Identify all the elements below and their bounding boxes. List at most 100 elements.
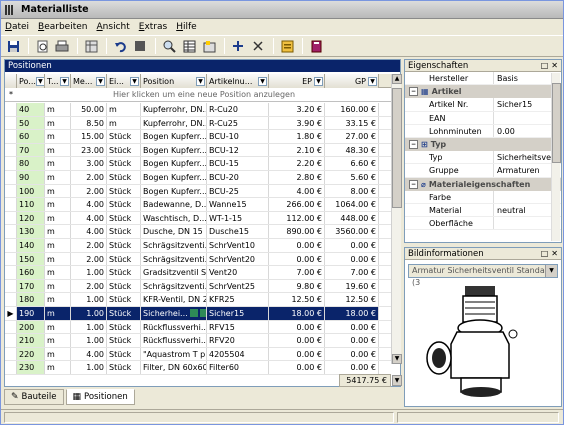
prop-row-lohnminuten[interactable]: Lohnminuten 0.00: [405, 124, 561, 138]
table-cell[interactable]: 27.00 €: [325, 130, 379, 143]
table-row[interactable]: 210 m 1.00 Stück Rückflussverhi... RFV20 0.00 …: [5, 334, 391, 348]
table-cell[interactable]: m: [45, 361, 71, 374]
table-row[interactable]: 150 m 2.00 Stück Schrägsitzventi... SchrVent2…: [5, 252, 391, 267]
undo-icon[interactable]: [111, 37, 129, 55]
table-cell[interactable]: 18.00 €: [325, 306, 379, 320]
table-cell[interactable]: 4205504: [207, 347, 269, 361]
table-cell[interactable]: 180: [17, 293, 45, 306]
table-cell[interactable]: Gradsitzventil S...: [141, 266, 207, 279]
table-cell[interactable]: 1.00: [71, 320, 107, 334]
col-header-menge[interactable]: Me... ▼: [71, 74, 107, 88]
table-cell[interactable]: Bogen Kupferr...: [141, 130, 207, 143]
table-cell[interactable]: m: [45, 184, 71, 198]
table-cell[interactable]: Stück: [107, 293, 141, 306]
col-header-pos[interactable]: Po... ▼: [17, 74, 45, 88]
table-cell[interactable]: Stück: [107, 334, 141, 347]
table-cell[interactable]: 8.50: [71, 116, 107, 130]
table-cell[interactable]: 160.00 €: [325, 103, 379, 116]
table-cell[interactable]: 2.00: [71, 184, 107, 198]
menu-ansicht[interactable]: Ansicht: [97, 22, 130, 32]
table-cell[interactable]: 5.60 €: [325, 170, 379, 184]
table-cell[interactable]: Sicherhei...: [141, 306, 207, 320]
table-cell[interactable]: BCU-15: [207, 157, 269, 170]
grid-icon[interactable]: [180, 37, 198, 55]
table-row[interactable]: 120 m 4.00 Stück Waschtisch, D... WT-1-15 112.…: [5, 211, 391, 226]
table-cell[interactable]: m: [45, 306, 71, 320]
table-row[interactable]: 230 m 1.00 Stück Filter, DN 60x60 Filter60 0.0…: [5, 361, 391, 375]
table-cell[interactable]: m: [45, 266, 71, 279]
table-cell[interactable]: BCU-20: [207, 170, 269, 184]
table-cell[interactable]: 266.00 €: [269, 198, 325, 211]
table-cell[interactable]: WT-1-15: [207, 211, 269, 225]
table-cell[interactable]: 1064.00 €: [325, 198, 379, 211]
table-cell[interactable]: 60: [17, 130, 45, 143]
col-header-position[interactable]: Position ▼: [141, 74, 207, 88]
table-cell[interactable]: 112.00 €: [269, 211, 325, 225]
table-cell[interactable]: m: [45, 211, 71, 225]
menu-extras[interactable]: Extras: [139, 22, 167, 32]
table-cell[interactable]: 19.60 €: [325, 279, 379, 293]
table-cell[interactable]: R-Cu20: [207, 103, 269, 116]
table-row[interactable]: 160 m 1.00 Stück Gradsitzventil S... Vent20 7.…: [5, 266, 391, 280]
table-cell[interactable]: 1.00: [71, 361, 107, 374]
table-cell[interactable]: 0.00 €: [325, 252, 379, 266]
row-indicator[interactable]: [5, 266, 17, 279]
table-cell[interactable]: 100: [17, 184, 45, 198]
table-cell[interactable]: 2.20 €: [269, 157, 325, 170]
table-cell[interactable]: 50: [17, 116, 45, 130]
table-row[interactable]: 60 m 15.00 Stück Bogen Kupferr... BCU-10 1.80 …: [5, 130, 391, 144]
table-cell[interactable]: 12.50 €: [269, 293, 325, 306]
table-cell[interactable]: 3.00: [71, 157, 107, 170]
prop-row-material[interactable]: Material neutral: [405, 203, 561, 218]
table-cell[interactable]: BCU-25: [207, 184, 269, 198]
chevron-down-icon[interactable]: ▼: [60, 76, 69, 86]
table-cell[interactable]: Rückflussverhi...: [141, 334, 207, 347]
table-cell[interactable]: 1.80 €: [269, 130, 325, 143]
table-cell[interactable]: 80: [17, 157, 45, 170]
table-cell[interactable]: m: [45, 116, 71, 130]
row-indicator[interactable]: [5, 116, 17, 130]
menu-datei[interactable]: Datei: [5, 22, 29, 32]
table-cell[interactable]: SchrVent25: [207, 279, 269, 293]
category-typ[interactable]: − ⊞ Typ: [405, 137, 561, 152]
prop-row-artikel-nr[interactable]: Artikel Nr. Sicher15: [405, 98, 561, 112]
table-cell[interactable]: Stück: [107, 184, 141, 198]
table-cell[interactable]: KFR25: [207, 293, 269, 306]
table-cell[interactable]: 50.00: [71, 103, 107, 116]
dock-icon[interactable]: □: [541, 61, 549, 70]
chevron-down-icon[interactable]: ▼: [130, 76, 139, 86]
table-row[interactable]: 220 m 4.00 Stück "Aquastrom T p... 4205504 0.0…: [5, 347, 391, 362]
table-cell[interactable]: 1.00: [71, 306, 107, 320]
table-row[interactable]: 100 m 2.00 Stück Bogen Kupferr... BCU-25 4.00 …: [5, 184, 391, 199]
book-icon[interactable]: [307, 37, 325, 55]
col-header-einheit[interactable]: Ei... ▼: [107, 74, 141, 88]
table-cell[interactable]: 230: [17, 361, 45, 374]
table-cell[interactable]: 7.00 €: [269, 266, 325, 279]
table-cell[interactable]: m: [45, 198, 71, 211]
search-icon[interactable]: [160, 37, 178, 55]
add-icon[interactable]: [229, 37, 247, 55]
table-cell[interactable]: 2.00: [71, 170, 107, 184]
table-cell[interactable]: Stück: [107, 170, 141, 184]
table-row[interactable]: 70 m 23.00 Stück Bogen Kupferr... BCU-12 2.10 …: [5, 143, 391, 158]
table-row[interactable]: ▶ 190 m 1.00 Stück Sicherhei... Sicher15 18.00 …: [5, 306, 391, 321]
table-cell[interactable]: Sicher15: [207, 306, 269, 320]
print-preview-icon[interactable]: [33, 37, 51, 55]
table-cell[interactable]: 1.00: [71, 266, 107, 279]
table-cell[interactable]: Rückflussverhi...: [141, 320, 207, 334]
table-cell[interactable]: m: [45, 130, 71, 143]
menu-hilfe[interactable]: Hilfe: [176, 22, 197, 32]
row-indicator[interactable]: [5, 143, 17, 157]
table-cell[interactable]: 90: [17, 170, 45, 184]
table-cell[interactable]: 160: [17, 266, 45, 279]
table-cell[interactable]: 0.00 €: [325, 320, 379, 334]
table-cell[interactable]: 190: [17, 306, 45, 320]
table-cell[interactable]: SchrVent20: [207, 252, 269, 266]
table-cell[interactable]: 1.00: [71, 334, 107, 347]
table-cell[interactable]: m: [45, 170, 71, 184]
table-cell[interactable]: Waschtisch, D...: [141, 211, 207, 225]
table-cell[interactable]: R-Cu25: [207, 116, 269, 130]
table-cell[interactable]: m: [107, 116, 141, 130]
chevron-down-icon[interactable]: ▼: [314, 76, 323, 86]
table-cell[interactable]: Wanne15: [207, 198, 269, 211]
